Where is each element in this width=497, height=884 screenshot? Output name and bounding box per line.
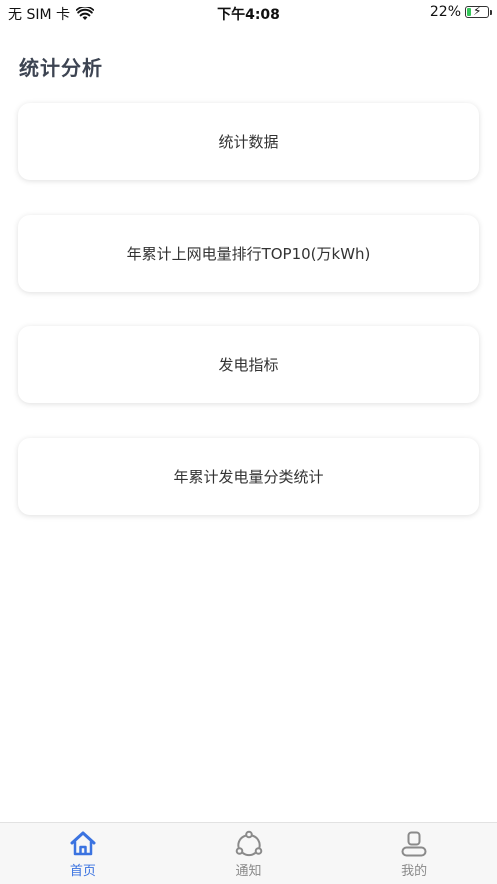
tab-notifications[interactable]: 通知 (166, 823, 332, 884)
card-generation-indicators[interactable]: 发电指标 (18, 326, 479, 403)
tab-label: 我的 (401, 864, 428, 879)
card-label: 统计数据 (218, 133, 279, 151)
tab-profile[interactable]: 我的 (331, 823, 497, 884)
tab-label: 通知 (235, 864, 262, 879)
user-icon (401, 831, 427, 857)
card-label: 发电指标 (218, 356, 279, 374)
battery-percent: 22% (429, 4, 461, 20)
charging-bolt-icon: ⚡ (473, 4, 482, 18)
share-icon (235, 830, 262, 857)
card-label: 年累计发电量分类统计 (173, 468, 324, 486)
battery-icon: ⚡ (465, 4, 492, 18)
card-statistics-data[interactable]: 统计数据 (18, 103, 479, 180)
tab-bar: 首页 通知 我的 (0, 822, 497, 884)
status-bar: 无 SIM 卡 下午4:08 22% ⚡ (0, 0, 497, 26)
card-annual-generation-category[interactable]: 年累计发电量分类统计 (18, 438, 479, 515)
status-time: 下午4:08 (217, 7, 280, 23)
tab-home[interactable]: 首页 (0, 823, 166, 884)
status-right: 22% ⚡ (429, 4, 492, 20)
tab-label: 首页 (69, 864, 96, 879)
card-label: 年累计上网电量排行TOP10(万kWh) (126, 245, 371, 263)
card-annual-grid-ranking[interactable]: 年累计上网电量排行TOP10(万kWh) (18, 215, 479, 292)
page-title: 统计分析 (19, 56, 103, 80)
home-icon (70, 831, 96, 856)
battery-fill (467, 8, 472, 16)
